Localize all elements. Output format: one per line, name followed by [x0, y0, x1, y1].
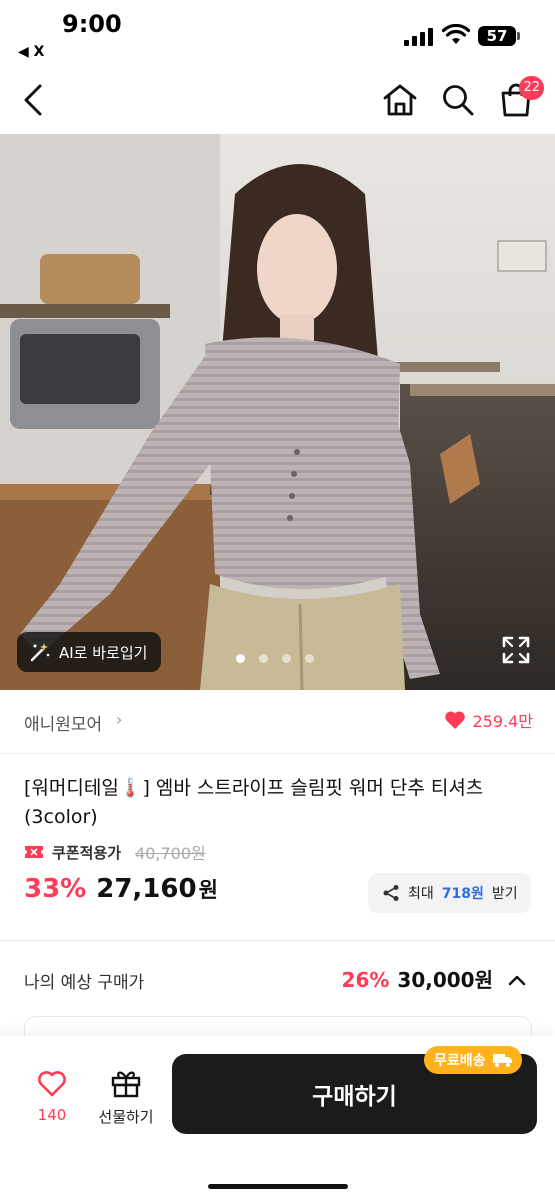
fullscreen-expand-icon[interactable]: [500, 634, 532, 666]
heart-outline-icon: [38, 1071, 66, 1097]
product-photo: [0, 134, 555, 690]
original-price: 40,700원: [135, 844, 206, 863]
free-shipping-label: 무료배송: [434, 1053, 486, 1069]
search-button[interactable]: [436, 78, 480, 122]
share-reward-button[interactable]: 최대 718원 받기: [368, 873, 531, 913]
carousel-dot[interactable]: [259, 654, 268, 663]
section-divider: [0, 940, 555, 941]
carousel-dot[interactable]: [236, 654, 245, 663]
cart-button[interactable]: 22: [494, 76, 544, 122]
estimated-price-label: 나의 예상 구매가: [24, 973, 145, 993]
product-title: [워머디테일🌡️] 엠바 스트라이프 슬림핏 워머 단추 티셔츠 (3color…: [24, 777, 484, 828]
home-indicator: [208, 1184, 348, 1189]
sale-price: 27,160: [96, 874, 197, 904]
carousel-dot[interactable]: [305, 654, 314, 663]
cart-count-badge: 22: [519, 76, 544, 100]
estimated-price-row[interactable]: 나의 예상 구매가 26% 30,000원: [0, 942, 555, 1014]
top-nav: 22: [0, 70, 555, 134]
battery-icon: 57: [478, 26, 520, 46]
reward-suffix: 받기: [491, 886, 518, 902]
store-row[interactable]: 애니원모어 › 259.4만: [0, 690, 555, 754]
chevron-left-icon: [24, 84, 42, 116]
estimated-price-value: 26% 30,000원: [342, 964, 527, 993]
product-image-carousel[interactable]: AI로 바로입기: [0, 134, 555, 690]
price-unit: 원: [198, 878, 218, 902]
like-count: 140: [37, 1106, 67, 1124]
delivery-truck-icon: [492, 1054, 512, 1067]
gift-button[interactable]: 선물하기: [92, 1068, 160, 1127]
discount-rate: 33%: [24, 874, 87, 904]
bottom-action-bar: 140 선물하기 구매하기 무료배송: [0, 1036, 555, 1200]
carousel-dot[interactable]: [282, 654, 291, 663]
home-icon: [383, 84, 417, 116]
ai-try-on-button[interactable]: AI로 바로입기: [17, 632, 162, 672]
reward-amount: 718원: [441, 886, 484, 902]
gift-icon: [111, 1071, 141, 1098]
chevron-up-icon[interactable]: [507, 973, 527, 987]
store-name[interactable]: 애니원모어: [24, 710, 102, 735]
price-row: 33% 27,160 원: [24, 874, 218, 904]
coupon-price-row: 쿠폰적용가 40,700원: [24, 840, 206, 864]
carousel-indicator: [236, 654, 314, 663]
ai-try-on-label: AI로 바로입기: [59, 643, 148, 662]
status-time: 9:00: [62, 10, 122, 38]
heart-filled-icon: [445, 711, 466, 729]
estimated-price: 30,000원: [397, 968, 493, 992]
free-shipping-badge: 무료배송: [424, 1046, 522, 1074]
signal-icon: [404, 28, 436, 46]
store-likes[interactable]: 259.4만: [444, 708, 533, 732]
coupon-icon: [25, 846, 43, 858]
coupon-label: 쿠폰적용가: [52, 843, 122, 862]
like-button[interactable]: 140: [22, 1070, 82, 1130]
estimated-discount: 26%: [341, 968, 390, 992]
home-button[interactable]: [378, 78, 422, 122]
gift-label: 선물하기: [98, 1108, 154, 1126]
back-to-app-link[interactable]: ◀ X: [18, 44, 44, 60]
magic-wand-icon: [30, 643, 50, 662]
back-button[interactable]: [12, 78, 56, 122]
wifi-icon: [442, 24, 470, 44]
store-likes-count: 259.4만: [472, 712, 533, 731]
share-icon: [383, 885, 399, 901]
chevron-right-icon: ›: [116, 710, 123, 729]
reward-prefix: 최대: [408, 886, 434, 902]
search-icon: [443, 85, 474, 116]
status-bar: 9:00 ◀ X 57: [0, 0, 555, 70]
